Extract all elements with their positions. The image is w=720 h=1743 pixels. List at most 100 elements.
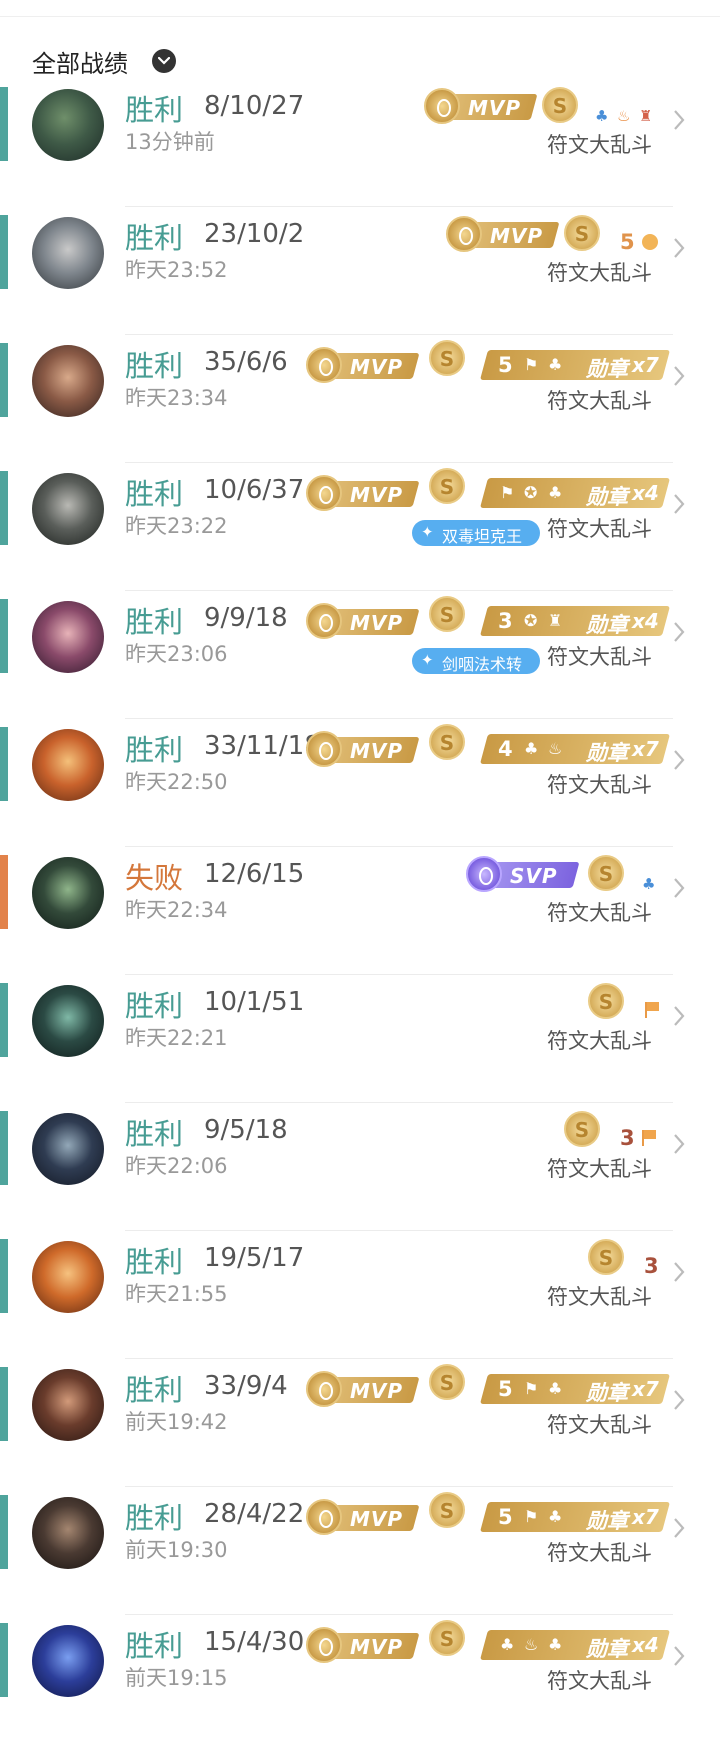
chevron-right-icon[interactable] xyxy=(673,749,685,771)
s-coin-icon: S xyxy=(564,215,600,251)
medals-badge: ⚑ ✪ ♣ 勋章 x4 xyxy=(479,478,671,509)
medal-lead: 3 xyxy=(498,609,513,633)
mvp-medal-icon xyxy=(446,216,482,252)
match-kda: 10/6/37 xyxy=(204,475,305,505)
medals-badge: 4 ♣ ♨ 勋章 x7 xyxy=(479,734,671,765)
chevron-right-icon[interactable] xyxy=(673,1261,685,1283)
filter-dropdown-icon[interactable] xyxy=(152,49,176,73)
lotus-icon: ♣ xyxy=(548,483,563,502)
match-row[interactable]: 胜利 8/10/27 13分钟前 MVP S ♣ ♨ ♜ 符文大乱斗 xyxy=(0,79,720,207)
chevron-right-icon[interactable] xyxy=(673,365,685,387)
mvp-badge: MVP xyxy=(306,1371,420,1407)
match-kda: 35/6/6 xyxy=(204,347,288,377)
game-mode: 符文大乱斗 xyxy=(547,261,652,285)
match-result: 胜利 xyxy=(125,1373,184,1407)
result-stripe xyxy=(0,1239,8,1313)
medal-word: 勋章 xyxy=(586,741,628,765)
lotus-icon: ♣ xyxy=(548,1635,563,1654)
medal-lead: 5 xyxy=(498,1505,513,1529)
match-time: 13分钟前 xyxy=(125,130,215,154)
champion-avatar xyxy=(32,89,104,161)
match-kda: 19/5/17 xyxy=(204,1243,305,1273)
match-time: 昨天23:34 xyxy=(125,386,228,410)
match-kda: 33/11/18 xyxy=(204,731,321,761)
match-row[interactable]: 胜利 33/11/18 昨天22:50 MVP S 4 ♣ ♨ 勋章 x7 符文… xyxy=(0,719,720,847)
champion-avatar xyxy=(32,345,104,417)
chevron-right-icon[interactable] xyxy=(673,1005,685,1027)
game-mode: 符文大乱斗 xyxy=(547,1541,652,1565)
chevron-right-icon[interactable] xyxy=(673,1389,685,1411)
lotus-icon: ♣ xyxy=(595,107,609,125)
s-coin-icon: S xyxy=(588,1239,624,1275)
mvp-medal-icon xyxy=(306,1499,342,1535)
mvp-badge: MVP xyxy=(306,1627,420,1663)
match-time: 昨天23:22 xyxy=(125,514,228,538)
mvp-medal-icon xyxy=(306,731,342,767)
match-result: 胜利 xyxy=(125,1629,184,1663)
match-row[interactable]: 胜利 33/9/4 前天19:42 MVP S 5 ⚑ ♣ 勋章 x7 符文大乱… xyxy=(0,1359,720,1487)
s-coin-icon: S xyxy=(564,1111,600,1147)
result-stripe xyxy=(0,471,8,545)
medal-multiplier: x4 xyxy=(632,481,659,505)
chevron-right-icon[interactable] xyxy=(673,1645,685,1667)
mvp-medal-icon xyxy=(424,88,460,124)
s-coin-icon: S xyxy=(429,724,465,760)
flame-icon: ♨ xyxy=(617,107,631,125)
flame-icon: ♨ xyxy=(524,1635,539,1654)
s-coin-icon: S xyxy=(429,596,465,632)
s-coin-icon: S xyxy=(429,1364,465,1400)
match-row[interactable]: 胜利 10/1/51 昨天22:21 S 符文大乱斗 xyxy=(0,975,720,1103)
match-result: 胜利 xyxy=(125,1501,184,1535)
champion-avatar xyxy=(32,729,104,801)
medal-lead: 5 xyxy=(498,1377,513,1401)
result-stripe xyxy=(0,87,8,161)
medal-word: 勋章 xyxy=(586,613,628,637)
match-row[interactable]: 胜利 15/4/30 前天19:15 MVP S ♣ ♨ ♣ 勋章 x4 符文大… xyxy=(0,1615,720,1743)
result-stripe xyxy=(0,215,8,289)
match-result: 胜利 xyxy=(125,93,184,127)
champion-avatar xyxy=(32,473,104,545)
result-stripe xyxy=(0,1623,8,1697)
game-mode: 符文大乱斗 xyxy=(547,901,652,925)
game-mode: 符文大乱斗 xyxy=(547,645,652,669)
champion-avatar xyxy=(32,1497,104,1569)
mini-count: 3 xyxy=(644,1254,659,1278)
mvp-medal-icon xyxy=(306,347,342,383)
chevron-right-icon[interactable] xyxy=(673,1517,685,1539)
game-mode: 符文大乱斗 xyxy=(547,1413,652,1437)
medal-word: 勋章 xyxy=(586,1381,628,1405)
mvp-badge: MVP xyxy=(306,475,420,511)
match-result: 胜利 xyxy=(125,221,184,255)
top-divider xyxy=(0,16,720,17)
match-row[interactable]: 胜利 28/4/22 前天19:30 MVP S 5 ⚑ ♣ 勋章 x7 符文大… xyxy=(0,1487,720,1615)
chevron-right-icon[interactable] xyxy=(673,237,685,259)
mvp-badge: MVP xyxy=(306,603,420,639)
achievement-tag: ✦ 双毒坦克王 xyxy=(412,520,540,546)
match-row[interactable]: 胜利 9/5/18 昨天22:06 S 3 符文大乱斗 xyxy=(0,1103,720,1231)
chevron-right-icon[interactable] xyxy=(673,1133,685,1155)
match-row[interactable]: 胜利 9/9/18 昨天23:06 MVP S 3 ✪ ♜ 勋章 x4 ✦ 剑咽… xyxy=(0,591,720,719)
champion-avatar xyxy=(32,857,104,929)
match-kda: 15/4/30 xyxy=(204,1627,305,1657)
result-stripe xyxy=(0,983,8,1057)
match-row[interactable]: 胜利 10/6/37 昨天23:22 MVP S ⚑ ✪ ♣ 勋章 x4 ✦ 双… xyxy=(0,463,720,591)
match-kda: 10/1/51 xyxy=(204,987,305,1017)
game-mode: 符文大乱斗 xyxy=(547,1029,652,1053)
medals-badge: 5 ⚑ ♣ 勋章 x7 xyxy=(479,1374,671,1405)
chevron-right-icon[interactable] xyxy=(673,877,685,899)
chevron-right-icon[interactable] xyxy=(673,493,685,515)
result-stripe xyxy=(0,1367,8,1441)
match-row[interactable]: 失败 12/6/15 昨天22:34 SVP S ♣ 符文大乱斗 xyxy=(0,847,720,975)
chevron-right-icon[interactable] xyxy=(673,621,685,643)
svp-badge: SVP xyxy=(466,856,580,892)
svp-medal-icon xyxy=(466,856,502,892)
champion-avatar xyxy=(32,1241,104,1313)
champion-avatar xyxy=(32,1369,104,1441)
match-row[interactable]: 胜利 23/10/2 昨天23:52 MVP S 5 符文大乱斗 xyxy=(0,207,720,335)
match-row[interactable]: 胜利 19/5/17 昨天21:55 S 3 符文大乱斗 xyxy=(0,1231,720,1359)
s-coin-icon: S xyxy=(542,87,578,123)
match-kda: 12/6/15 xyxy=(204,859,305,889)
chevron-right-icon[interactable] xyxy=(673,109,685,131)
match-row[interactable]: 胜利 35/6/6 昨天23:34 MVP S 5 ⚑ ♣ 勋章 x7 符文大乱… xyxy=(0,335,720,463)
sparkle-icon: ✦ xyxy=(421,523,434,541)
